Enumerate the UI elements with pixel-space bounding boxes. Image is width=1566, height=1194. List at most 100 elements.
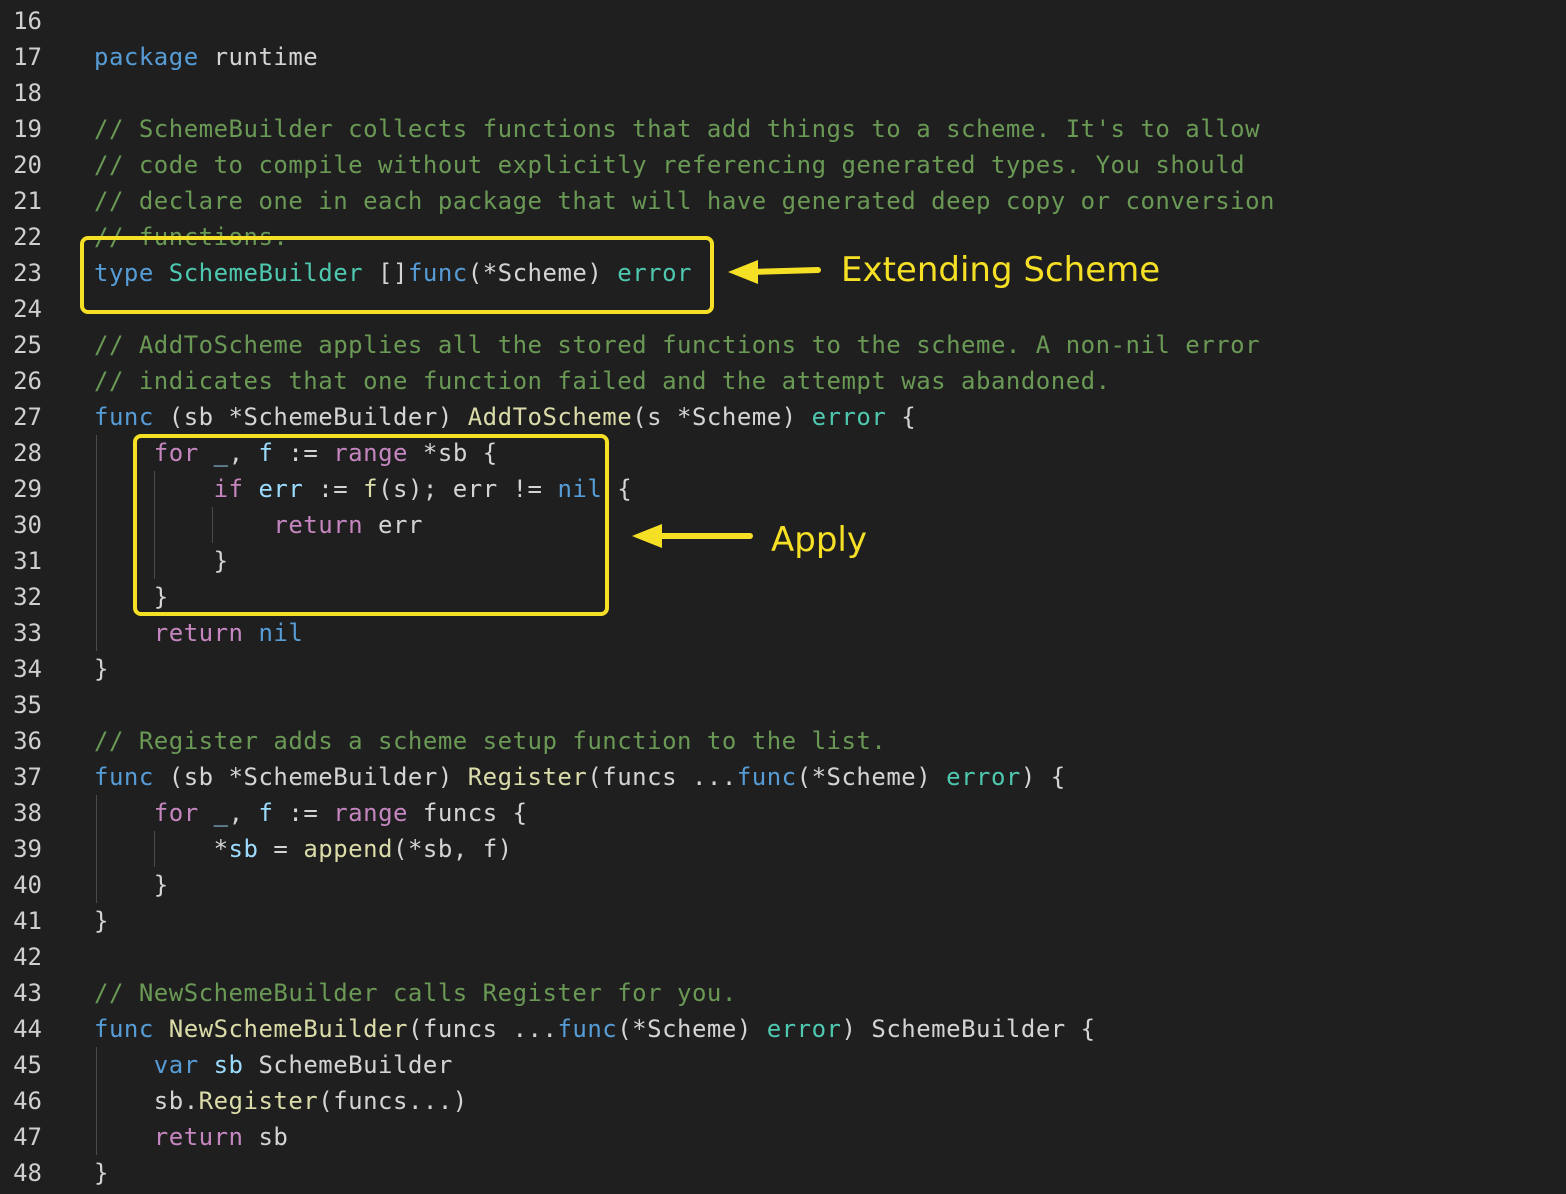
indent-guide xyxy=(96,1047,97,1155)
line-number: 48 xyxy=(13,1159,42,1187)
comment-token: // declare one in each package that will… xyxy=(94,187,1275,215)
code-line[interactable]: 35 xyxy=(0,687,1566,723)
code-token: = xyxy=(258,835,304,863)
line-number: 26 xyxy=(13,367,42,395)
code-line[interactable]: 34} xyxy=(0,651,1566,687)
comment-token: // AddToScheme applies all the stored fu… xyxy=(94,331,1261,359)
arrow-left-icon xyxy=(728,260,821,284)
variable-token: sb xyxy=(213,1051,244,1079)
line-number: 20 xyxy=(13,151,42,179)
line-number: 46 xyxy=(13,1087,42,1115)
line-code: // NewSchemeBuilder calls Register for y… xyxy=(94,975,737,1011)
function-token: Register xyxy=(198,1087,319,1115)
code-token: (s *Scheme) xyxy=(632,403,812,431)
keyword-token: package xyxy=(94,43,199,71)
line-code: // AddToScheme applies all the stored fu… xyxy=(94,327,1260,363)
code-token: (*sb, f) xyxy=(393,835,513,863)
code-token: } xyxy=(94,1159,109,1187)
code-line[interactable]: 42 xyxy=(0,939,1566,975)
line-code: // indicates that one function failed an… xyxy=(94,363,1111,399)
code-line[interactable]: 47 return sb xyxy=(0,1119,1566,1155)
code-token: ) { xyxy=(1020,763,1066,791)
line-code: // code to compile without explicitly re… xyxy=(94,147,1245,183)
comment-token: // indicates that one function failed an… xyxy=(94,367,1111,395)
line-code: for _, f := range funcs { xyxy=(94,795,528,831)
code-line[interactable]: 43 // NewSchemeBuilder calls Register for… xyxy=(0,975,1566,1011)
line-number: 39 xyxy=(13,835,42,863)
code-token: (funcs ... xyxy=(587,763,737,791)
code-line[interactable]: 19 // SchemeBuilder collects functions th… xyxy=(0,111,1566,147)
code-line[interactable]: 20 // code to compile without explicitly … xyxy=(0,147,1566,183)
code-token: ) SchemeBuilder { xyxy=(841,1015,1096,1043)
line-number: 34 xyxy=(13,655,42,683)
line-code: // declare one in each package that will… xyxy=(94,183,1275,219)
indent-guide xyxy=(96,795,97,903)
comment-token: // NewSchemeBuilder calls Register for y… xyxy=(94,979,737,1007)
line-number: 23 xyxy=(13,259,42,287)
line-number: 17 xyxy=(13,43,42,71)
annotation-apply: Apply xyxy=(771,520,867,560)
line-number: 45 xyxy=(13,1051,42,1079)
code-line[interactable]: 17 package runtime xyxy=(0,39,1566,75)
function-token: Register xyxy=(467,763,588,791)
code-line[interactable]: 33 return nil xyxy=(0,615,1566,651)
code-token: := xyxy=(273,799,334,827)
line-number: 28 xyxy=(13,439,42,467)
code-token: } xyxy=(94,655,109,683)
line-number: 24 xyxy=(13,295,42,323)
code-token: * xyxy=(94,835,229,863)
indent-guide xyxy=(96,435,97,651)
function-token: NewSchemeBuilder xyxy=(168,1015,408,1043)
line-number: 35 xyxy=(13,691,42,719)
line-code: func (sb *SchemeBuilder) Register(funcs … xyxy=(94,759,1066,795)
code-token: (funcs...) xyxy=(318,1087,468,1115)
type-token: error xyxy=(946,763,1021,791)
variable-token: sb xyxy=(228,835,259,863)
line-number: 36 xyxy=(13,727,42,755)
line-number: 40 xyxy=(13,871,42,899)
code-line[interactable]: 45 var sb SchemeBuilder xyxy=(0,1047,1566,1083)
code-line[interactable]: 36 // Register adds a scheme setup functi… xyxy=(0,723,1566,759)
code-line[interactable]: 41} xyxy=(0,903,1566,939)
arrow-left-icon xyxy=(632,524,753,548)
control-keyword-token: return xyxy=(153,619,244,647)
code-line[interactable]: 38 for _, f := range funcs { xyxy=(0,795,1566,831)
code-line[interactable]: 44 func NewSchemeBuilder(funcs ...func(*S… xyxy=(0,1011,1566,1047)
keyword-token: func xyxy=(94,1015,154,1043)
code-line[interactable]: 46 sb.Register(funcs...) xyxy=(0,1083,1566,1119)
code-line[interactable]: 26 // indicates that one function failed … xyxy=(0,363,1566,399)
line-number: 47 xyxy=(13,1123,42,1151)
code-line[interactable]: 21 // declare one in each package that wi… xyxy=(0,183,1566,219)
line-number: 38 xyxy=(13,799,42,827)
keyword-token: nil xyxy=(258,619,304,647)
code-line[interactable]: 18 xyxy=(0,75,1566,111)
line-code: package runtime xyxy=(94,39,318,75)
line-code: return sb xyxy=(94,1119,288,1155)
code-token: (*Scheme) xyxy=(617,1015,767,1043)
code-token: funcs { xyxy=(407,799,528,827)
comment-token: // code to compile without explicitly re… xyxy=(94,151,1246,179)
code-line[interactable]: 40 } xyxy=(0,867,1566,903)
code-line[interactable]: 37 func (sb *SchemeBuilder) Register(func… xyxy=(0,759,1566,795)
code-token: sb. xyxy=(94,1087,199,1115)
line-number: 27 xyxy=(13,403,42,431)
code-token: (*Scheme) xyxy=(796,763,947,791)
code-line[interactable]: 39 *sb = append(*sb, f) xyxy=(0,831,1566,867)
code-line[interactable]: 48} xyxy=(0,1155,1566,1191)
code-line[interactable]: 27 func (sb *SchemeBuilder) AddToScheme(s… xyxy=(0,399,1566,435)
highlight-box-extending-scheme xyxy=(80,236,714,314)
control-keyword-token: for xyxy=(153,799,199,827)
line-number: 33 xyxy=(13,619,42,647)
line-number: 31 xyxy=(13,547,42,575)
code-line[interactable]: 25 // AddToScheme applies all the stored … xyxy=(0,327,1566,363)
line-number: 37 xyxy=(13,763,42,791)
code-line[interactable]: 16 xyxy=(0,3,1566,39)
code-token: { xyxy=(886,403,917,431)
variable-token: f xyxy=(258,799,274,827)
line-code: } xyxy=(94,903,109,939)
